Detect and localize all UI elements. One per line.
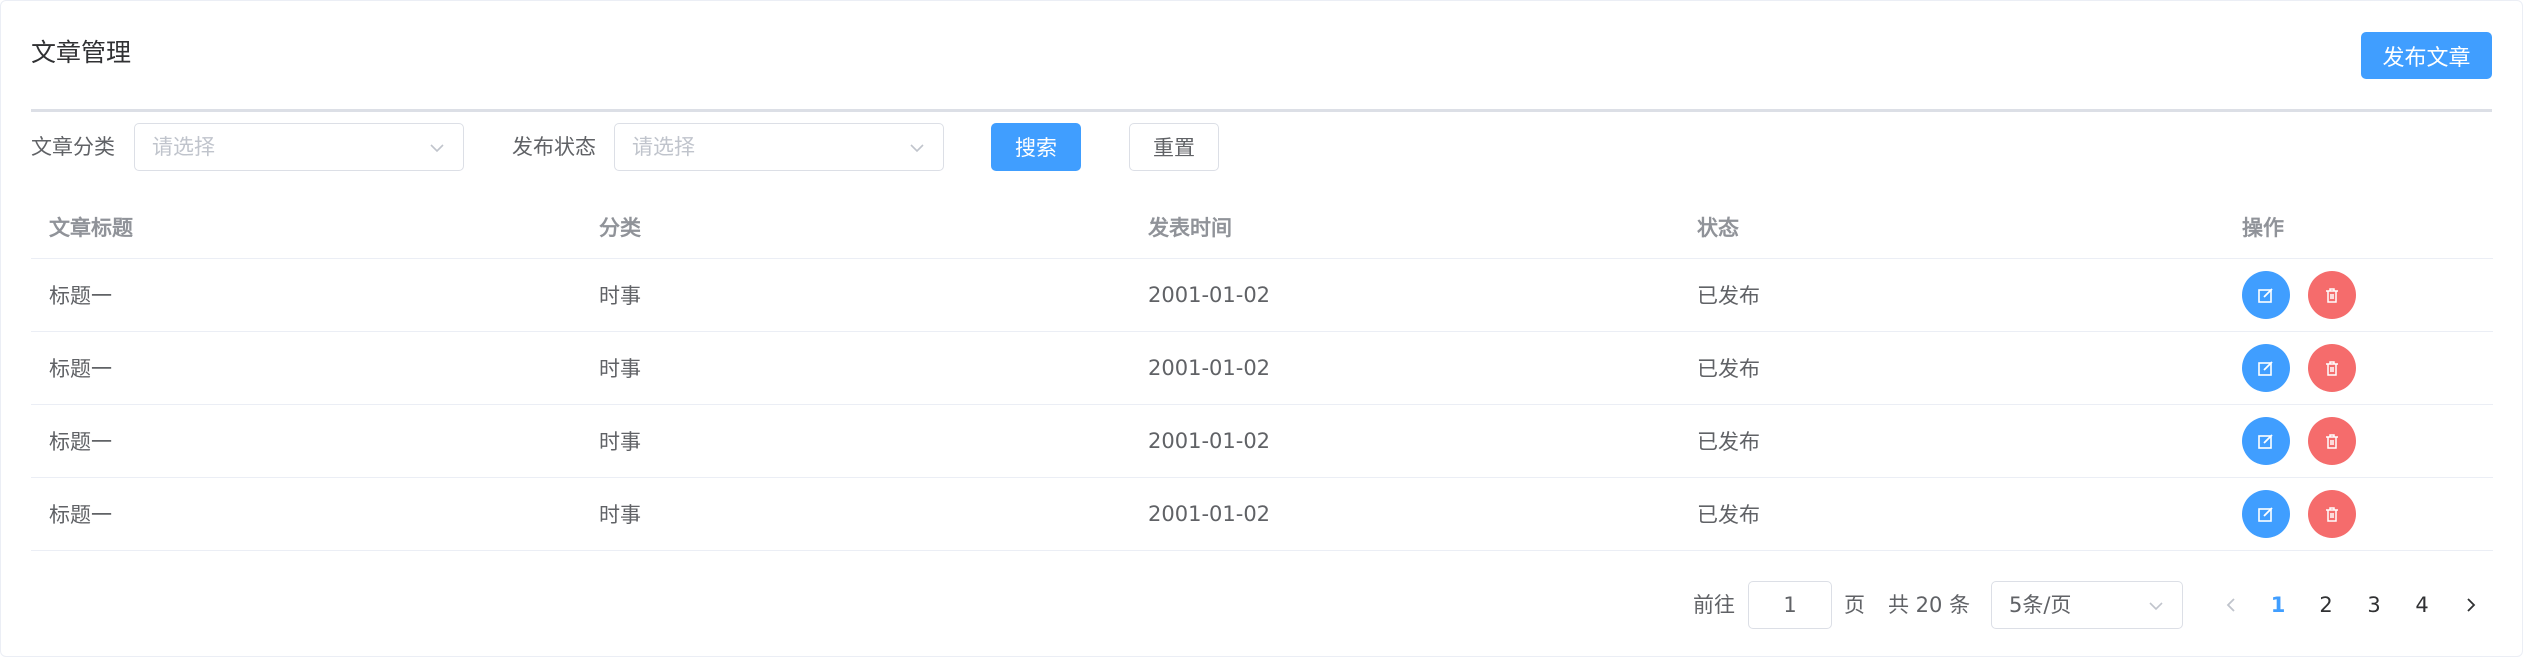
- cell-status: 已发布: [1697, 357, 1760, 381]
- edit-icon: [2258, 361, 2273, 376]
- edit-button[interactable]: [2242, 344, 2290, 392]
- filter-bar: 文章分类 请选择 发布状态 请选择 搜索 重置: [31, 123, 2031, 171]
- category-select[interactable]: 请选择: [134, 123, 464, 171]
- page-number-1[interactable]: 1: [2263, 581, 2293, 629]
- status-select[interactable]: 请选择: [614, 123, 944, 171]
- reset-button[interactable]: 重置: [1129, 123, 1219, 171]
- goto-page-input[interactable]: 1: [1748, 581, 1832, 629]
- category-filter-label: 文章分类: [31, 135, 115, 159]
- delete-button[interactable]: [2308, 417, 2356, 465]
- next-page-icon[interactable]: [2461, 595, 2481, 615]
- goto-prefix: 前往: [1693, 593, 1735, 617]
- cell-title: 标题一: [49, 430, 112, 454]
- column-header-title: 文章标题: [49, 216, 133, 240]
- trash-icon: [2326, 434, 2338, 449]
- cell-title: 标题一: [49, 503, 112, 527]
- cell-date: 2001-01-02: [1148, 283, 1271, 307]
- cell-category: 时事: [599, 284, 641, 308]
- search-button[interactable]: 搜索: [991, 123, 1081, 171]
- status-select-placeholder: 请选择: [632, 135, 695, 159]
- cell-category: 时事: [599, 503, 641, 527]
- cell-status: 已发布: [1697, 503, 1760, 527]
- edit-icon: [2258, 434, 2273, 449]
- cell-actions: [2242, 478, 2356, 550]
- chevron-down-icon: [910, 144, 924, 153]
- chevron-down-icon: [2149, 602, 2163, 611]
- trash-icon: [2326, 361, 2338, 376]
- table-row: 标题一 时事 2001-01-02 已发布: [31, 478, 2493, 551]
- articles-table: 文章标题 分类 发表时间 状态 操作 标题一 时事 2001-01-02 已发布…: [31, 196, 2493, 551]
- status-filter-label: 发布状态: [512, 135, 596, 159]
- edit-button[interactable]: [2242, 417, 2290, 465]
- cell-actions: [2242, 405, 2356, 477]
- column-header-status: 状态: [1697, 216, 1739, 240]
- chevron-down-icon: [430, 144, 444, 153]
- prev-page-icon[interactable]: [2221, 595, 2241, 615]
- pagination: 前往 1 页 共 20 条 5条/页 1 2 3 4: [1, 581, 2525, 629]
- cell-date: 2001-01-02: [1148, 356, 1271, 380]
- publish-article-button[interactable]: 发布文章: [2361, 32, 2492, 79]
- delete-button[interactable]: [2308, 490, 2356, 538]
- cell-status: 已发布: [1697, 430, 1760, 454]
- edit-icon: [2258, 288, 2273, 303]
- edit-button[interactable]: [2242, 490, 2290, 538]
- delete-button[interactable]: [2308, 271, 2356, 319]
- page-number-4[interactable]: 4: [2407, 581, 2437, 629]
- edit-icon: [2258, 507, 2273, 522]
- cell-date: 2001-01-02: [1148, 429, 1271, 453]
- table-row: 标题一 时事 2001-01-02 已发布: [31, 405, 2493, 478]
- cell-category: 时事: [599, 430, 641, 454]
- edit-button[interactable]: [2242, 271, 2290, 319]
- page-title: 文章管理: [31, 38, 132, 67]
- table-row: 标题一 时事 2001-01-02 已发布: [31, 259, 2493, 332]
- column-header-category: 分类: [599, 216, 641, 240]
- page-number-2[interactable]: 2: [2311, 581, 2341, 629]
- card-header: 文章管理 发布文章: [31, 1, 2492, 112]
- cell-category: 时事: [599, 357, 641, 381]
- total-count: 共 20 条: [1888, 593, 1971, 617]
- goto-suffix: 页: [1844, 593, 1865, 617]
- delete-button[interactable]: [2308, 344, 2356, 392]
- cell-date: 2001-01-02: [1148, 502, 1271, 526]
- page-size-value: 5条/页: [2009, 593, 2072, 617]
- cell-actions: [2242, 332, 2356, 404]
- table-row: 标题一 时事 2001-01-02 已发布: [31, 332, 2493, 405]
- cell-actions: [2242, 259, 2356, 331]
- page-size-select[interactable]: 5条/页: [1991, 581, 2183, 629]
- trash-icon: [2326, 507, 2338, 522]
- page-number-3[interactable]: 3: [2359, 581, 2389, 629]
- cell-title: 标题一: [49, 357, 112, 381]
- category-select-placeholder: 请选择: [152, 135, 215, 159]
- column-header-date: 发表时间: [1148, 216, 1232, 240]
- table-header-row: 文章标题 分类 发表时间 状态 操作: [31, 196, 2493, 259]
- trash-icon: [2326, 288, 2338, 303]
- cell-title: 标题一: [49, 284, 112, 308]
- cell-status: 已发布: [1697, 284, 1760, 308]
- column-header-actions: 操作: [2242, 216, 2284, 240]
- article-management-card: 文章管理 发布文章 文章分类 请选择 发布状态 请选择 搜索 重置 文章标题 分…: [0, 0, 2523, 657]
